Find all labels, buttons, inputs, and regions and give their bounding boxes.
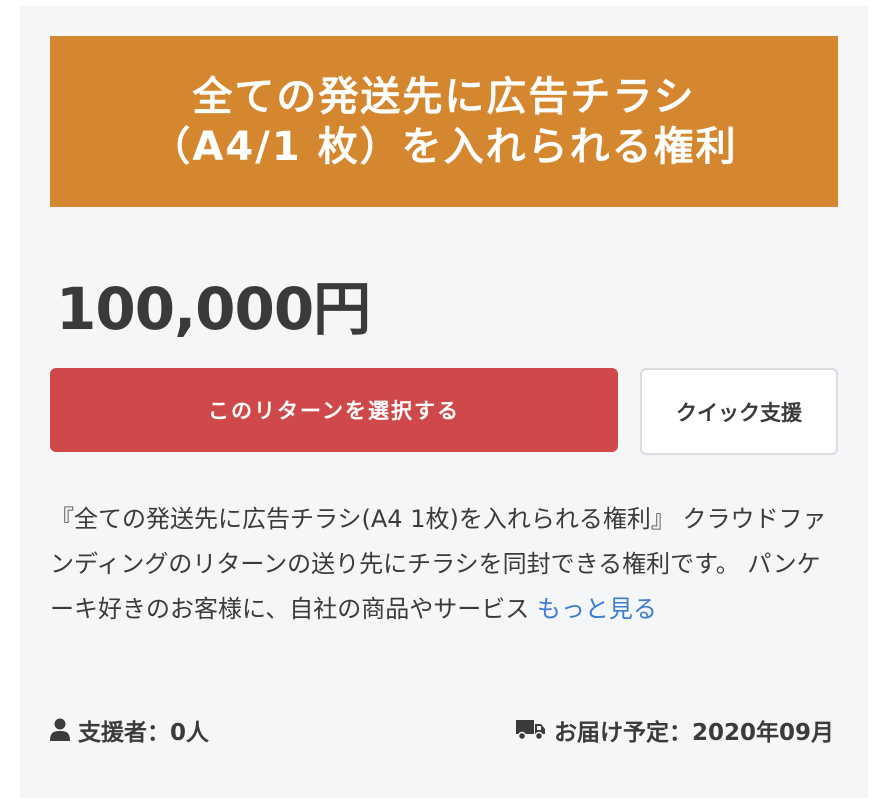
delivery-label: お届け予定：2020年09月 [553,720,834,746]
truck-icon [515,719,546,741]
user-icon [50,718,70,742]
description-text: 『全ての発送先に広告チラシ(A4 1枚)を入れられる権利』 クラウドファンディン… [50,505,827,623]
banner-line-1: 全ての発送先に広告チラシ [192,73,696,120]
reward-banner: 全ての発送先に広告チラシ （A4/1 枚）を入れられる権利 [50,36,838,207]
delivery-date: お届け予定：2020年09月 [515,713,834,747]
quick-support-button[interactable]: クイック支援 [640,368,838,455]
supporters-count: 支援者：0人 [50,713,209,747]
reward-price: 100,000円 [56,275,371,343]
banner-line-2: （A4/1 枚）を入れられる権利 [150,123,738,170]
select-reward-button[interactable]: このリターンを選択する [50,368,618,452]
reward-description: 『全ての発送先に広告チラシ(A4 1枚)を入れられる権利』 クラウドファンディン… [50,497,840,632]
show-more-link[interactable]: もっと見る [537,595,657,623]
supporters-label: 支援者：0人 [78,720,210,746]
reward-card: 全ての発送先に広告チラシ （A4/1 枚）を入れられる権利 100,000円 こ… [20,6,868,798]
